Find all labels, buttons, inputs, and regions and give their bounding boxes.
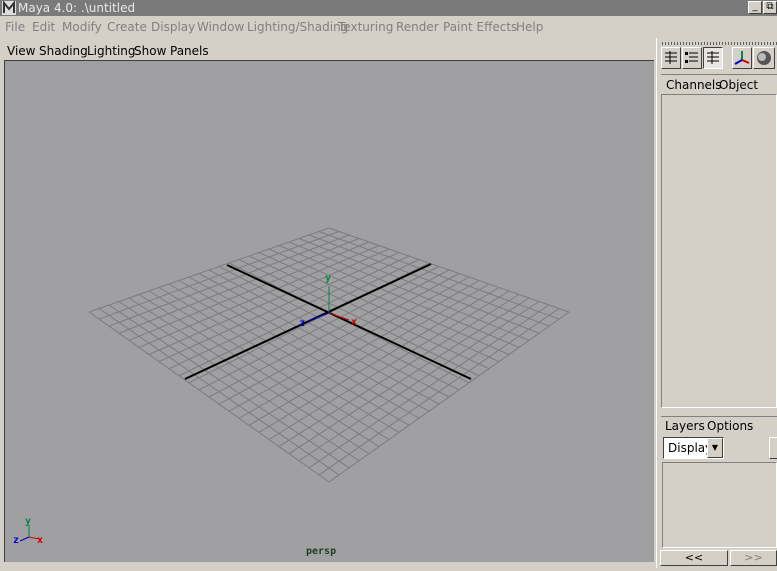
origin-x-label: x (351, 317, 357, 328)
origin-y-label: y (325, 273, 331, 284)
grid-line (98, 308, 340, 476)
menu-texturing[interactable]: Texturing (338, 20, 393, 34)
menu-display[interactable]: Display (151, 20, 195, 34)
layer-type-dropdown[interactable]: Display ▼ (663, 437, 724, 459)
channel-box-icon[interactable] (661, 47, 681, 69)
grid-line (228, 276, 470, 412)
menu-modify[interactable]: Modify (62, 20, 102, 34)
menu-help[interactable]: Help (516, 20, 543, 34)
menu-window[interactable]: Window (197, 20, 244, 34)
layer-options-button[interactable] (769, 437, 777, 459)
window-title: Maya 4.0: .\untitled (18, 1, 136, 15)
maya-logo-icon (2, 1, 16, 15)
minimize-button[interactable]: _ (748, 1, 762, 14)
grid-line (268, 290, 510, 440)
channel-layer-icon[interactable] (703, 47, 723, 69)
menu-lighting-shading[interactable]: Lighting/Shading (247, 20, 348, 34)
options-menu[interactable]: Options (707, 419, 753, 433)
panel-menu-shading[interactable]: Shading (39, 44, 88, 58)
grid-line (248, 283, 490, 426)
panel-menu-view[interactable]: View (7, 44, 35, 58)
render-sphere-icon[interactable] (753, 47, 775, 69)
panel-menu-lighting[interactable]: Lighting (87, 44, 136, 58)
menu-create[interactable]: Create (107, 20, 147, 34)
corner-z-label: z (13, 535, 19, 546)
panel-menu-bar: View Shading Lighting Show Panels (0, 42, 656, 60)
nav-prev-button[interactable]: << (660, 550, 728, 566)
grid-line (178, 280, 420, 419)
menu-edit[interactable]: Edit (32, 20, 55, 34)
grid-line (328, 311, 570, 483)
grid-line (148, 290, 390, 440)
menu-render[interactable]: Render (396, 20, 439, 34)
view-axis-indicator: y x z (13, 516, 43, 546)
chevron-down-icon[interactable]: ▼ (707, 438, 723, 458)
menu-paint-effects[interactable]: Paint Effects (443, 20, 517, 34)
grid-line (168, 283, 410, 426)
layers-header: Layers Options (661, 416, 777, 435)
ground-grid (88, 227, 570, 483)
manipulator-icon[interactable] (732, 47, 752, 69)
channel-box-area[interactable] (661, 94, 777, 408)
menu-file[interactable]: File (5, 20, 25, 34)
attribute-editor-icon[interactable] (682, 47, 702, 69)
object-menu[interactable]: Object (719, 78, 758, 92)
pane-splitter[interactable] (656, 38, 660, 568)
camera-label: persp (306, 546, 337, 557)
origin-z-label: z (299, 318, 305, 329)
nav-next-button[interactable]: >> (730, 550, 777, 566)
corner-x-label: x (37, 535, 43, 546)
corner-y-label: y (25, 516, 31, 527)
grid-line (88, 311, 330, 483)
viewport-canvas[interactable]: y x z y x z (5, 61, 654, 562)
panel-menu-panels[interactable]: Panels (170, 44, 209, 58)
layers-menu[interactable]: Layers (665, 419, 705, 433)
layer-type-value: Display (668, 441, 713, 455)
layers-list[interactable] (662, 462, 777, 548)
grid-line (188, 276, 430, 412)
toolbar-grip[interactable] (662, 42, 777, 45)
grid-line (318, 308, 560, 476)
grid-line (238, 280, 480, 419)
channels-menu[interactable]: Channels (666, 78, 722, 92)
main-menu-bar: File Edit Modify Create Display Window L… (0, 16, 777, 38)
perspective-viewport[interactable]: y x z y x z persp (4, 60, 654, 562)
channel-box-header: Channels Object (661, 74, 777, 95)
restore-button[interactable]: ⧉ (763, 1, 777, 14)
title-bar: Maya 4.0: .\untitled _ ⧉ (0, 0, 777, 16)
panel-menu-show[interactable]: Show (134, 44, 166, 58)
